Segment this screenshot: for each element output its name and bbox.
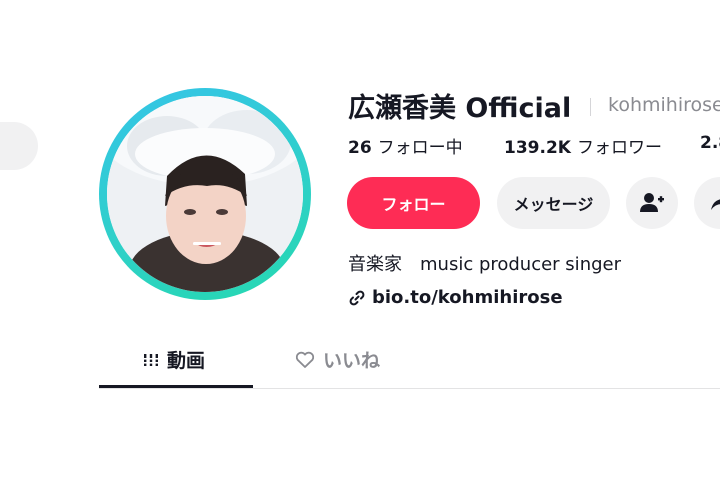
likes-count: 2.8 (700, 133, 720, 153)
avatar-image (107, 96, 303, 292)
search-bar-edge[interactable] (0, 122, 38, 170)
following-label: フォロー中 (377, 138, 463, 158)
tabs-divider (99, 388, 720, 389)
follow-button[interactable]: フォロー (347, 177, 480, 229)
tab-likes[interactable]: いいね (295, 346, 380, 373)
profile-link-text: bio.to/kohmihirose (372, 287, 563, 308)
tab-likes-label: いいね (323, 350, 381, 372)
grid-bars-icon (143, 353, 159, 366)
profile-display-name: 広瀬香美 Official (348, 93, 572, 124)
profile-link[interactable]: bio.to/kohmihirose (348, 287, 563, 308)
tab-videos[interactable]: 動画 (143, 346, 205, 373)
link-icon (349, 290, 365, 305)
tab-videos-label: 動画 (167, 350, 206, 372)
avatar-ring (99, 88, 311, 300)
heart-outline-icon (295, 351, 315, 368)
name-separator (590, 98, 591, 116)
followers-label: フォロワー (576, 138, 662, 158)
profile-bio: 音楽家 music producer singer (348, 254, 621, 275)
profile-username: kohmihirose_ (608, 94, 720, 116)
followers-count: 139.2K (504, 138, 571, 158)
add-friend-button[interactable] (626, 177, 678, 229)
share-arrow-icon (711, 199, 720, 210)
person-add-icon (640, 193, 664, 212)
followers-stat[interactable]: 139.2K フォロワー (504, 133, 662, 158)
message-button[interactable]: メッセージ (497, 177, 610, 229)
avatar[interactable] (107, 96, 303, 292)
likes-stat[interactable]: 2.8 (700, 133, 720, 153)
following-count: 26 (348, 138, 372, 158)
share-button[interactable] (694, 177, 720, 229)
following-stat[interactable]: 26 フォロー中 (348, 133, 463, 158)
